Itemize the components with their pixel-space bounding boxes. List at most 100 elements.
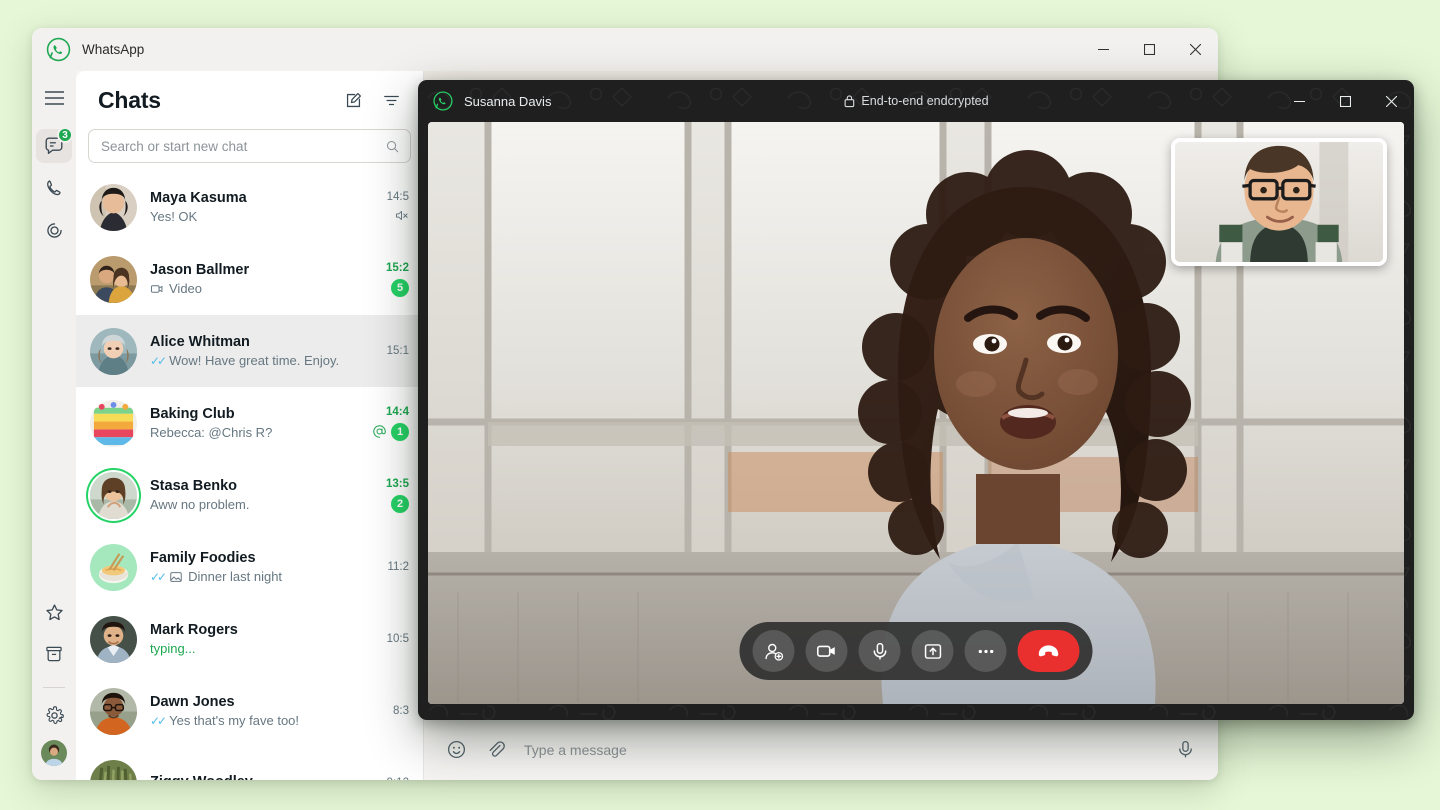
sidebar-item-archived[interactable] xyxy=(36,637,72,671)
avatar xyxy=(90,183,137,231)
video-stage xyxy=(428,122,1404,704)
chat-item-name: Jason Ballmer xyxy=(150,262,250,278)
call-close-button[interactable] xyxy=(1368,80,1414,122)
chat-list-item[interactable]: Jason Ballmer Video 15:2 5 xyxy=(76,243,423,315)
status-icon xyxy=(46,222,62,238)
call-minimize-button[interactable] xyxy=(1276,80,1322,122)
hamburger-menu-button[interactable] xyxy=(36,81,72,115)
avatar xyxy=(90,687,137,735)
paperclip-attach-icon xyxy=(489,741,505,757)
chat-item-timestamp: 14:4 xyxy=(385,405,409,418)
avatar xyxy=(90,255,137,303)
chat-item-meta-icons xyxy=(394,208,409,223)
app-brand: WhatsApp xyxy=(32,37,144,62)
chat-item-preview: ✓✓ Wow! Have great time. Enjoy. xyxy=(150,353,355,368)
unread-count-badge: 2 xyxy=(391,494,409,513)
compose-new-chat-button[interactable] xyxy=(337,84,369,116)
minimize-button[interactable] xyxy=(1080,28,1126,71)
chat-item-name: Dawn Jones xyxy=(150,694,235,710)
microphone-icon xyxy=(869,641,890,662)
chat-list-item[interactable]: Maya Kasuma Yes! OK 14:5 xyxy=(76,171,423,243)
chat-item-body: Maya Kasuma Yes! OK xyxy=(150,190,355,224)
chat-item-meta: 14:5 xyxy=(363,191,409,223)
read-receipt-ticks-icon: ✓✓ xyxy=(150,353,167,368)
chat-list-item[interactable]: Stasa Benko Aww no problem. 13:5 2 xyxy=(76,459,423,531)
chat-item-preview-text: Dinner last night xyxy=(188,569,283,584)
filter-list-button[interactable] xyxy=(375,84,407,116)
sidebar-item-settings[interactable] xyxy=(36,698,72,732)
chat-item-timestamp: 9:12 xyxy=(387,777,409,780)
chat-item-preview-text: typing... xyxy=(150,641,196,656)
voice-message-button[interactable] xyxy=(1175,739,1196,760)
chat-item-preview-text: Wow! Have great time. Enjoy. xyxy=(169,353,340,368)
photo-icon xyxy=(169,570,183,584)
chat-list-item[interactable]: Dawn Jones ✓✓ Yes that's my fave too! 8:3 xyxy=(76,675,423,747)
chat-list-item[interactable]: Baking Club Rebecca: @Chris R? 14:4 1 xyxy=(76,387,423,459)
chat-item-name: Maya Kasuma xyxy=(150,190,247,206)
message-input[interactable] xyxy=(524,741,1157,758)
more-options-button[interactable] xyxy=(964,630,1007,672)
read-receipt-ticks-icon: ✓✓ xyxy=(150,569,167,584)
avatar xyxy=(90,615,137,663)
chat-list-item[interactable]: Family Foodies ✓✓ Dinner last night 11:2 xyxy=(76,531,423,603)
chat-item-meta-icons: 5 xyxy=(391,278,409,297)
avatar xyxy=(90,759,137,780)
chat-item-preview-text: Yes that's my fave too! xyxy=(169,713,300,728)
chat-list-item[interactable]: Alice Whitman ✓✓ Wow! Have great time. Enj… xyxy=(76,315,423,387)
emoji-smiley-icon xyxy=(447,740,466,759)
chat-item-preview-text: Video xyxy=(169,281,203,296)
chat-item-meta-icons: 2 xyxy=(391,494,409,513)
add-person-button[interactable] xyxy=(752,630,795,672)
window-controls xyxy=(1080,28,1218,71)
chat-item-body: Mark Rogers typing... xyxy=(150,622,355,656)
chat-item-preview: ✓✓ Yes that's my fave too! xyxy=(150,713,355,728)
search-box[interactable] xyxy=(88,129,411,163)
avatar xyxy=(90,327,137,375)
chat-item-preview-text: Aww no problem. xyxy=(150,497,250,512)
self-view-thumbnail[interactable] xyxy=(1171,138,1387,266)
chat-item-name: Baking Club xyxy=(150,406,235,422)
unread-count-badge: 1 xyxy=(391,422,409,441)
chat-item-preview: Aww no problem. xyxy=(150,497,355,512)
chat-item-preview: ✓✓ Dinner last night xyxy=(150,569,355,584)
sidebar-item-status[interactable] xyxy=(36,213,72,247)
call-titlebar: Susanna Davis End-to-end endcrypted xyxy=(418,80,1414,122)
microphone-button[interactable] xyxy=(858,630,901,672)
video-camera-button[interactable] xyxy=(805,630,848,672)
share-screen-button[interactable] xyxy=(911,630,954,672)
maximize-button[interactable] xyxy=(1126,28,1172,71)
call-caller-area: Susanna Davis xyxy=(418,90,551,112)
paperclip-attach-button[interactable] xyxy=(485,739,506,760)
chat-list-item[interactable]: Mark Rogers typing... 10:5 xyxy=(76,603,423,675)
chat-item-name: Ziggy Woodley xyxy=(150,774,355,781)
video-call-window: Susanna Davis End-to-end endcrypted xyxy=(418,80,1414,720)
app-title: WhatsApp xyxy=(82,42,145,57)
sidebar-item-starred[interactable] xyxy=(36,595,72,629)
navigation-rail: 3 xyxy=(32,71,76,780)
unread-count-badge: 5 xyxy=(391,278,409,297)
compose-new-chat-icon xyxy=(346,92,361,107)
call-caller-name: Susanna Davis xyxy=(464,93,552,109)
sidebar-item-calls[interactable] xyxy=(36,171,72,205)
chat-item-name: Alice Whitman xyxy=(150,334,250,350)
close-button[interactable] xyxy=(1172,28,1218,71)
end-call-icon xyxy=(1036,638,1062,664)
read-receipt-ticks-icon: ✓✓ xyxy=(150,713,167,728)
self-view-video xyxy=(1175,142,1383,262)
share-screen-icon xyxy=(922,641,943,662)
chat-item-meta-icons: 1 xyxy=(372,422,409,441)
emoji-smiley-button[interactable] xyxy=(446,739,467,760)
main-titlebar: WhatsApp xyxy=(32,28,1218,71)
call-maximize-button[interactable] xyxy=(1322,80,1368,122)
chat-item-meta: 8:3 xyxy=(363,705,409,717)
profile-avatar[interactable] xyxy=(41,740,67,766)
chat-list-item[interactable]: Ziggy Woodley 9:12 xyxy=(76,747,423,780)
end-call-button[interactable] xyxy=(1017,630,1080,672)
video-camera-icon xyxy=(816,640,838,662)
chat-list[interactable]: Maya Kasuma Yes! OK 14:5 Jason Ballmer Vide… xyxy=(76,171,423,780)
sidebar-item-chats[interactable]: 3 xyxy=(36,127,73,163)
search-input[interactable] xyxy=(101,138,385,154)
rail-divider xyxy=(43,687,65,688)
page-title: Chats xyxy=(98,86,161,113)
muted-speaker-icon xyxy=(394,208,409,223)
